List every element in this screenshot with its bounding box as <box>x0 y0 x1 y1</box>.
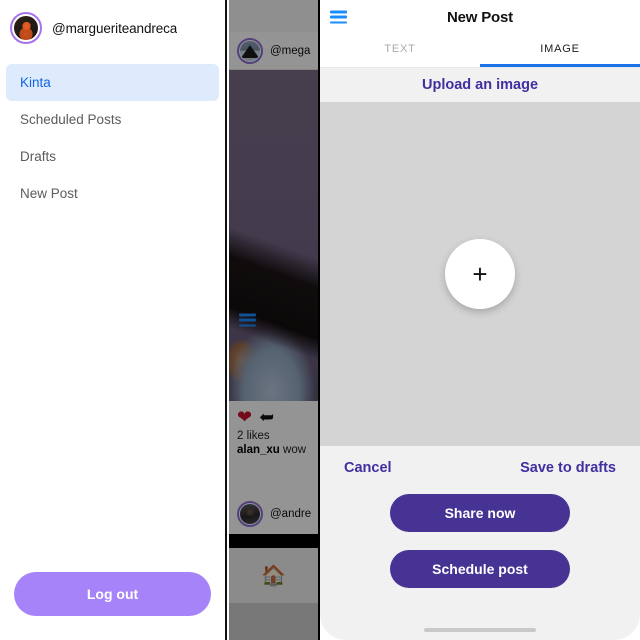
sidebar-item-new-post[interactable]: New Post <box>6 175 219 212</box>
post-header-2[interactable]: @andre <box>229 494 318 534</box>
avatar <box>10 12 42 44</box>
page-title: New Post <box>447 8 513 26</box>
person-avatar-image <box>240 504 260 524</box>
sidebar-profile[interactable]: @margueriteandreca <box>0 0 225 54</box>
post-photo <box>229 70 318 401</box>
hamburger-icon[interactable] <box>239 313 256 327</box>
reply-arrow-icon[interactable]: ➥ <box>259 407 274 427</box>
mountain-avatar <box>237 37 263 64</box>
post-author-handle: @mega <box>270 44 311 57</box>
logout-container: Log out <box>0 558 225 640</box>
person-avatar <box>237 501 263 527</box>
modal-bottom-space <box>320 588 640 640</box>
post-author-handle-2: @andre <box>270 508 312 520</box>
sidebar-item-kinta[interactable]: Kinta <box>6 64 219 101</box>
upload-heading: Upload an image <box>320 68 640 102</box>
phone-topbar <box>229 0 318 327</box>
post-actions: ❤ ➥ <box>229 401 318 428</box>
comment-line: alan_xu wow <box>229 442 318 464</box>
image-dropzone[interactable]: + <box>320 102 640 446</box>
feed-gap <box>229 464 318 494</box>
app-root: @margueriteandreca Kinta Scheduled Posts… <box>0 0 640 640</box>
tab-image[interactable]: IMAGE <box>480 34 640 67</box>
home-indicator <box>424 628 536 632</box>
sidebar: @margueriteandreca Kinta Scheduled Posts… <box>0 0 227 640</box>
save-to-drafts-button[interactable]: Save to drafts <box>520 460 616 476</box>
sidebar-item-scheduled-posts[interactable]: Scheduled Posts <box>6 101 219 138</box>
avatar-image <box>14 16 38 40</box>
phone-divider <box>229 534 318 548</box>
modal-link-row: Cancel Save to drafts <box>338 460 622 476</box>
sidebar-nav: Kinta Scheduled Posts Drafts New Post <box>0 64 225 212</box>
tab-text[interactable]: TEXT <box>320 34 480 67</box>
phone-preview-panel: @mega ❤ ➥ 2 likes alan_xu wow @andre 🏠 <box>229 0 320 640</box>
logout-button[interactable]: Log out <box>14 572 211 616</box>
add-image-icon[interactable]: + <box>445 239 515 309</box>
home-icon[interactable]: 🏠 <box>261 566 286 586</box>
heart-icon[interactable]: ❤ <box>237 408 252 426</box>
schedule-post-button[interactable]: Schedule post <box>390 550 570 588</box>
comment-text: wow <box>283 444 307 456</box>
new-post-modal: New Post TEXT IMAGE Upload an image + Ca… <box>320 0 640 640</box>
account-handle: @margueriteandreca <box>52 20 178 36</box>
hamburger-icon[interactable] <box>330 10 347 24</box>
share-now-button[interactable]: Share now <box>390 494 570 532</box>
post-header[interactable]: @mega <box>229 32 318 70</box>
comment-author: alan_xu <box>237 444 280 456</box>
phone-screen: @mega ❤ ➥ 2 likes alan_xu wow @andre 🏠 <box>229 0 318 640</box>
sidebar-item-drafts[interactable]: Drafts <box>6 138 219 175</box>
modal-tabs: TEXT IMAGE <box>320 34 640 68</box>
modal-footer: Cancel Save to drafts Share now Schedule… <box>320 446 640 588</box>
modal-header: New Post <box>320 0 640 34</box>
cancel-button[interactable]: Cancel <box>344 460 392 476</box>
likes-count: 2 likes <box>229 428 318 442</box>
phone-tabbar: 🏠 <box>229 548 318 603</box>
mountain-avatar-image <box>240 40 260 61</box>
